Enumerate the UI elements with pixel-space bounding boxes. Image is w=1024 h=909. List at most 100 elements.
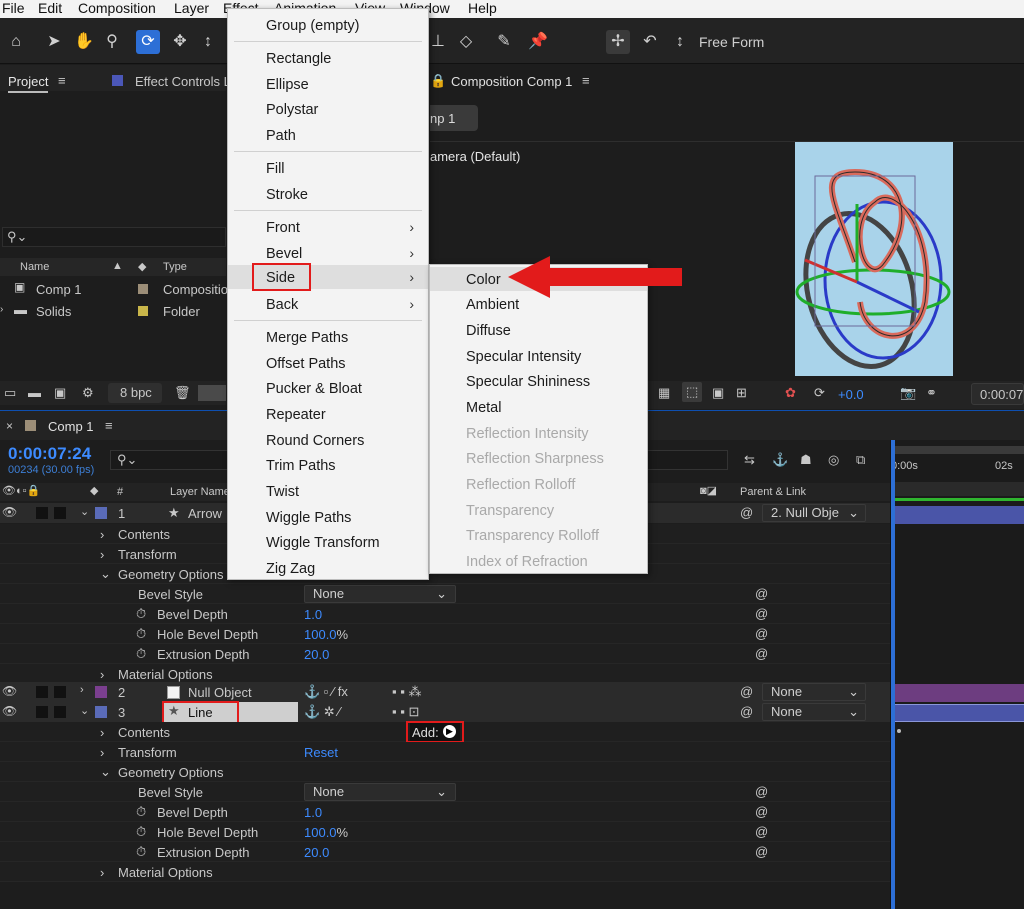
rotate-3d-icon[interactable]: ↶ (638, 30, 662, 54)
layer-color-swatch[interactable] (95, 507, 107, 519)
menu-item-merge-paths[interactable]: Merge Paths (266, 329, 348, 347)
panel-menu-icon[interactable]: ≡ (105, 418, 113, 433)
menu-item-wiggle-transform[interactable]: Wiggle Transform (266, 534, 380, 552)
submenu-item-metal[interactable]: Metal (466, 399, 501, 417)
layer-color-swatch[interactable] (95, 706, 107, 718)
menu-item-group[interactable]: Group (empty) (266, 17, 359, 35)
pick-whip-icon[interactable]: @ (755, 606, 768, 621)
lock-box[interactable] (54, 507, 66, 519)
bevel-style-dropdown[interactable]: None ⌄ (304, 585, 456, 603)
draft-3d-icon[interactable]: ⚓ (772, 452, 788, 468)
solo-box[interactable] (36, 507, 48, 519)
stopwatch-icon[interactable]: ⏱ (136, 646, 146, 662)
menu-item-bevel[interactable]: Bevel › (228, 241, 428, 265)
reset-exposure-icon[interactable]: ⟳ (814, 385, 825, 401)
menu-item-front[interactable]: Front › (228, 215, 428, 239)
shy-layers-icon[interactable]: ☗ (800, 452, 812, 468)
exposure-value[interactable]: +0.0 (838, 387, 864, 402)
layer-row-3[interactable]: 👁 ⌄ 3 ★ Line ⚓ ✲ ⁄ ▪ ▪ ⊡ @ None ⌄ (0, 702, 890, 722)
region-of-interest-icon[interactable]: ▣ (712, 385, 724, 401)
stopwatch-icon[interactable]: ⏱ (136, 626, 146, 642)
comp-mini-flowchart-icon[interactable]: ⇆ (744, 452, 755, 468)
close-tab-icon[interactable]: × (6, 419, 13, 433)
stopwatch-icon[interactable]: ⏱ (136, 606, 146, 622)
work-area-bar[interactable] (891, 446, 1024, 454)
parent-dropdown-3[interactable]: None ⌄ (762, 703, 866, 721)
menu-item-polystar[interactable]: Polystar (266, 101, 318, 119)
prop-hole-bevel-depth[interactable]: ⏱ Hole Bevel Depth 100.0% @ (0, 822, 890, 842)
prop-extrusion-depth[interactable]: ⏱ Extrusion Depth 20.0 @ (0, 842, 890, 862)
expand-icon[interactable]: › (0, 304, 3, 315)
menu-help[interactable]: Help (468, 0, 497, 16)
menu-item-wiggle-paths[interactable]: Wiggle Paths (266, 509, 351, 527)
layer-row-2[interactable]: 👁 › 2 Null Object ⚓ ▫ ⁄ fx ▪ ▪ ⁂ @ None ⌄ (0, 682, 890, 702)
label-icon[interactable]: ◆ (138, 260, 146, 273)
visibility-icon[interactable]: 👁 (2, 505, 17, 519)
time-navigator[interactable] (893, 482, 1024, 496)
pan-tool-icon[interactable]: ✥ (168, 30, 192, 54)
new-folder-icon[interactable]: ▬ (28, 385, 41, 400)
layer-bar-3[interactable] (893, 704, 1024, 722)
prop-transform[interactable]: › Transform Reset (0, 742, 890, 762)
prop-bevel-depth[interactable]: ⏱ Bevel Depth 1.0 @ (0, 802, 890, 822)
selection-tool-icon[interactable]: ➤ (42, 30, 66, 54)
menu-item-rectangle[interactable]: Rectangle (266, 50, 331, 68)
hole-bevel-depth-value[interactable]: 100.0 (304, 627, 337, 642)
grid-icon[interactable]: ⊞ (736, 385, 747, 401)
menu-item-round-corners[interactable]: Round Corners (266, 432, 364, 450)
interpret-icon[interactable]: ▭ (4, 385, 16, 401)
extrusion-depth-value[interactable]: 20.0 (304, 647, 329, 662)
project-item-comp[interactable]: ▣ Comp 1 Compositio (0, 279, 228, 299)
menu-item-trim-paths[interactable]: Trim Paths (266, 457, 336, 475)
comp-viewer[interactable] (795, 142, 953, 376)
panel-menu-icon[interactable]: ≡ (58, 73, 66, 88)
menu-item-ellipse[interactable]: Ellipse (266, 76, 309, 94)
trash-icon[interactable]: 🗑 (174, 385, 191, 401)
lock-icon[interactable]: 🔒 (430, 73, 446, 89)
submenu-item-specular-shininess[interactable]: Specular Shininess (466, 373, 590, 391)
submenu-item-ambient[interactable]: Ambient (466, 296, 519, 314)
menu-item-path[interactable]: Path (266, 127, 296, 145)
home-icon[interactable]: ⌂ (4, 30, 28, 54)
project-item-solids[interactable]: › ▬ Solids Folder (0, 301, 226, 321)
menu-item-twist[interactable]: Twist (266, 483, 299, 501)
prop-extrusion-depth[interactable]: ⏱ Extrusion Depth 20.0 @ (0, 644, 890, 664)
roto-brush-icon[interactable]: ✎ (492, 30, 516, 54)
layer-color-swatch[interactable] (95, 686, 107, 698)
pick-whip-icon[interactable]: @ (755, 784, 768, 799)
menu-item-stroke[interactable]: Stroke (266, 186, 308, 204)
layer-switches-icon[interactable]: ⚓ ✲ ⁄ (304, 704, 340, 720)
scroll-thumb[interactable] (198, 385, 226, 401)
hole-bevel-depth-value[interactable]: 100.0 (304, 825, 337, 840)
prop-material-options[interactable]: › Material Options (0, 664, 890, 684)
channel-icon[interactable]: ✿ (785, 385, 796, 401)
mode-column-icon[interactable]: ◙◪ (700, 484, 717, 497)
show-snapshot-icon[interactable]: ⚭ (926, 385, 937, 401)
playhead[interactable] (891, 440, 895, 909)
bevel-depth-value[interactable]: 1.0 (304, 805, 322, 820)
pick-whip-icon[interactable]: @ (755, 824, 768, 839)
layer-name[interactable]: Null Object (188, 685, 252, 700)
menu-composition[interactable]: Composition (78, 0, 156, 16)
panel-menu-icon[interactable]: ≡ (582, 73, 590, 88)
timecode[interactable]: 0:00:07:24 (8, 444, 91, 464)
visibility-icon[interactable]: 👁 (2, 684, 17, 698)
pick-whip-icon[interactable]: @ (740, 684, 753, 699)
pick-whip-icon[interactable]: @ (755, 646, 768, 661)
solo-box[interactable] (36, 706, 48, 718)
reset-link[interactable]: Reset (304, 745, 338, 760)
frame-blending-icon[interactable]: ◎ (828, 452, 839, 468)
move-3d-icon[interactable]: ↕ (668, 30, 692, 54)
menu-item-pucker-bloat[interactable]: Pucker & Bloat (266, 380, 362, 398)
stopwatch-icon[interactable]: ⏱ (136, 804, 146, 820)
prop-bevel-depth[interactable]: ⏱ Bevel Depth 1.0 @ (0, 604, 890, 624)
stopwatch-icon[interactable]: ⏱ (136, 844, 146, 860)
pick-whip-icon[interactable]: @ (755, 586, 768, 601)
zoom-tool-icon[interactable]: ⚲ (100, 30, 124, 54)
extrusion-depth-value[interactable]: 20.0 (304, 845, 329, 860)
sort-icon[interactable]: ▲ (112, 260, 123, 272)
project-search-input[interactable]: ⚲⌄ (2, 227, 226, 247)
tab-composition[interactable]: Composition Comp 1 (451, 74, 572, 89)
av-switches-icon[interactable]: 👁◐▫🔒 (2, 484, 40, 497)
stamp-tool-icon[interactable]: ⊥ (426, 30, 450, 54)
